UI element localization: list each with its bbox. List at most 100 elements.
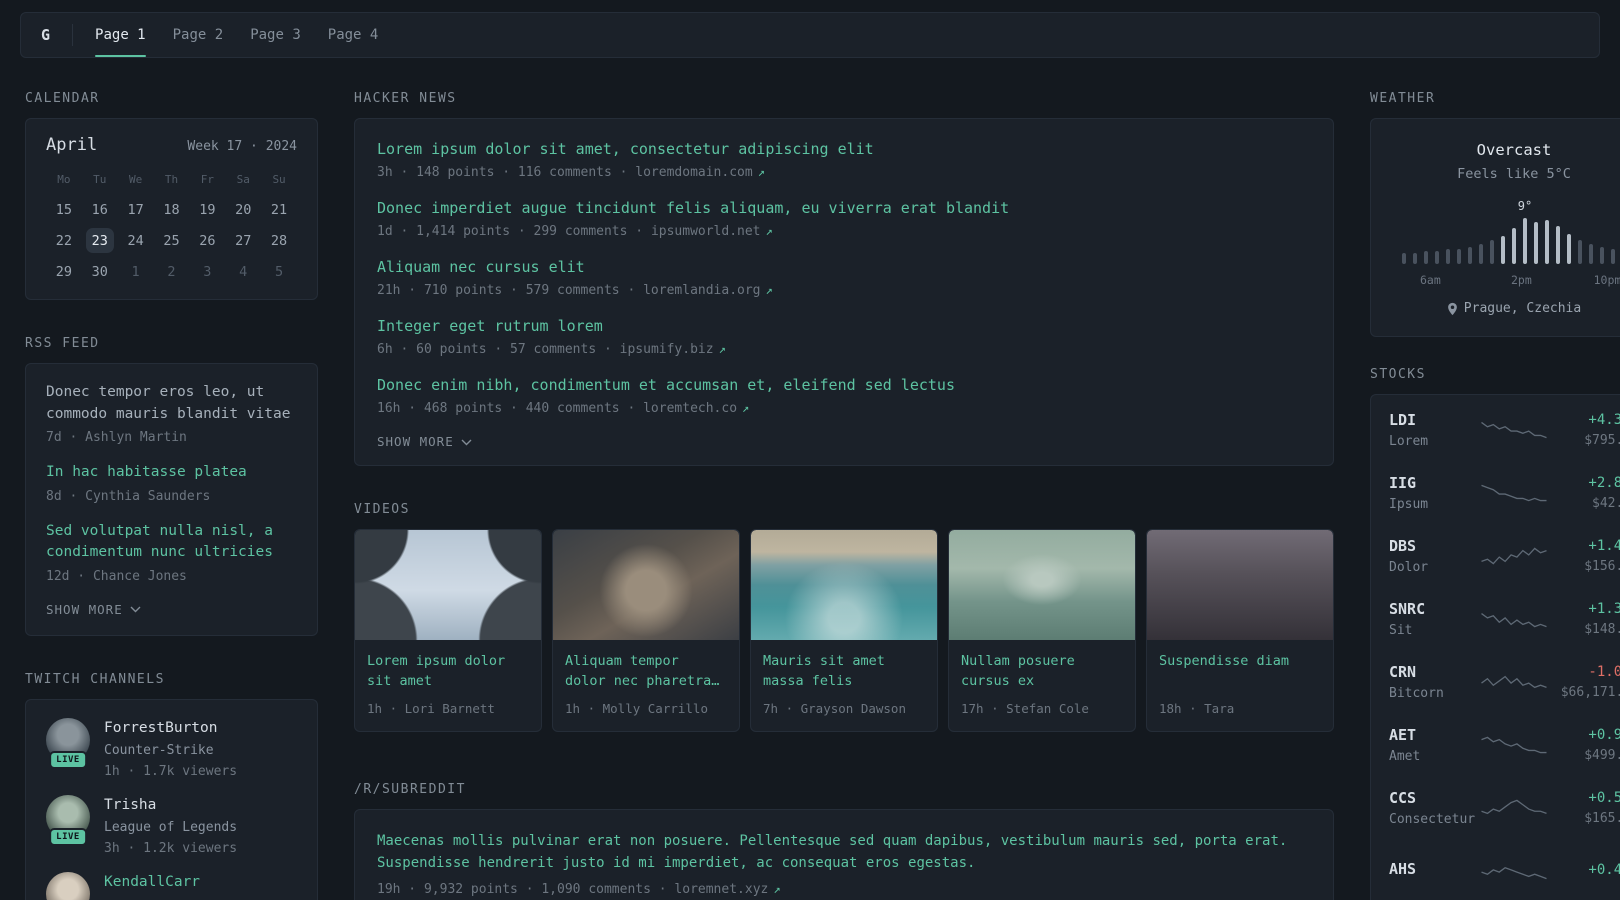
stock-row[interactable]: DBS Dolor +1.42% $156.28 bbox=[1389, 525, 1620, 588]
twitch-channel-row[interactable]: LIVE ForrestBurton Counter-Strike 1h · 1… bbox=[46, 717, 297, 781]
calendar-day-number: 24 bbox=[127, 232, 144, 249]
rss-item-title-link[interactable]: Sed volutpat nulla nisl, a condimentum n… bbox=[46, 521, 297, 564]
stock-row[interactable]: IIG Ipsum +2.84% $42.04 bbox=[1389, 462, 1620, 525]
channel-avatar bbox=[46, 871, 90, 900]
weather-bar bbox=[1578, 240, 1582, 264]
external-link-icon: ↗ bbox=[765, 224, 773, 238]
hn-title-link[interactable]: Aliquam nec cursus elit bbox=[377, 257, 585, 278]
stock-row[interactable]: CRN Bitcorn -1.00% $66,171.48 bbox=[1389, 651, 1620, 714]
calendar-day-cell: 17 bbox=[118, 194, 154, 225]
calendar-day-number: 25 bbox=[163, 232, 180, 249]
video-title-link[interactable]: Suspendisse diam bbox=[1159, 651, 1321, 691]
stock-symbol: CRN bbox=[1389, 662, 1417, 681]
video-card[interactable]: Nullam posuere cursus ex 17h · Stefan Co… bbox=[948, 529, 1136, 732]
calendar-widget: CALENDAR April Week 17 · 2024 Mo Tu We Th Fr… bbox=[25, 91, 318, 300]
calendar-day-number: 15 bbox=[55, 201, 73, 218]
video-thumbnail[interactable] bbox=[1147, 530, 1333, 640]
rss-list: Donec tempor eros leo, ut commodo mauris… bbox=[46, 382, 297, 586]
stock-row[interactable]: AET Amet +0.92% $499.72 bbox=[1389, 714, 1620, 777]
hn-domain-link[interactable]: ipsumify.biz ↗ bbox=[620, 342, 726, 357]
weather-location-text: Prague, Czechia bbox=[1463, 301, 1582, 316]
stock-row[interactable]: AHS +0.46% bbox=[1389, 840, 1620, 900]
page-tab[interactable]: Page 4 bbox=[328, 13, 379, 57]
twitch-channel-row[interactable]: LIVE Trisha League of Legends 3h · 1.2k … bbox=[46, 794, 297, 858]
hn-meta-text: 21h · 710 points · 579 comments · bbox=[377, 283, 644, 298]
stock-right: -1.00% $66,171.48 bbox=[1547, 663, 1620, 701]
stock-row[interactable]: SNRC Sit +1.36% $148.64 bbox=[1389, 588, 1620, 651]
post-domain-link[interactable]: loremnet.xyz ↗ bbox=[674, 882, 780, 897]
stock-change: -1.00% bbox=[1588, 664, 1620, 680]
video-body: Aliquam tempor dolor nec pharetra… 1h · … bbox=[553, 640, 739, 731]
video-title-link[interactable]: Aliquam tempor dolor nec pharetra… bbox=[565, 651, 727, 691]
video-card[interactable]: Lorem ipsum dolor sit amet consectetu… 1… bbox=[354, 529, 542, 732]
videos-section-title: VIDEOS bbox=[354, 502, 410, 517]
app-logo: G bbox=[41, 26, 51, 44]
rss-item: Sed volutpat nulla nisl, a condimentum n… bbox=[46, 521, 297, 586]
video-body: Nullam posuere cursus ex 17h · Stefan Co… bbox=[949, 640, 1135, 731]
stock-sparkline bbox=[1481, 858, 1547, 884]
weather-bar bbox=[1556, 226, 1560, 264]
show-more-button[interactable]: SHOW MORE bbox=[377, 434, 472, 449]
stock-sparkline bbox=[1481, 795, 1547, 821]
video-title-link[interactable]: Nullam posuere cursus ex bbox=[961, 651, 1123, 691]
show-more-label: SHOW MORE bbox=[46, 601, 123, 617]
hn-domain-link[interactable]: loremdomain.com ↗ bbox=[635, 165, 765, 180]
channel-name-link[interactable]: Trisha bbox=[104, 795, 237, 815]
stock-row[interactable]: LDI Lorem +4.35% $795.18 bbox=[1389, 399, 1620, 462]
video-card[interactable]: Mauris sit amet massa felis 7h · Grayson… bbox=[750, 529, 938, 732]
video-card[interactable]: Suspendisse diam 18h · Tara bbox=[1146, 529, 1334, 732]
calendar-day-cell: 21 bbox=[261, 194, 297, 225]
page-tab[interactable]: Page 2 bbox=[173, 13, 224, 57]
video-card[interactable]: Aliquam tempor dolor nec pharetra… 1h · … bbox=[552, 529, 740, 732]
weather-hour-label: 10pm bbox=[1593, 273, 1620, 287]
weather-bar bbox=[1468, 247, 1472, 264]
video-thumbnail[interactable] bbox=[553, 530, 739, 640]
stock-right: +0.46% bbox=[1547, 861, 1620, 882]
channel-game[interactable]: Counter-Strike bbox=[104, 741, 237, 760]
video-thumbnail[interactable] bbox=[949, 530, 1135, 640]
hn-domain-link[interactable]: loremtech.co ↗ bbox=[643, 401, 749, 416]
twitch-channel-row[interactable]: LIVE KendallCarr bbox=[46, 871, 297, 900]
channel-game[interactable]: League of Legends bbox=[104, 818, 237, 837]
hn-domain-link[interactable]: loremlandia.org ↗ bbox=[643, 283, 773, 298]
hackernews-list: Lorem ipsum dolor sit amet, consectetur … bbox=[377, 139, 1311, 418]
stock-symbol: CCS bbox=[1389, 788, 1417, 807]
weather-bar bbox=[1545, 220, 1549, 264]
video-title-link[interactable]: Lorem ipsum dolor sit amet consectetu… bbox=[367, 651, 529, 691]
channel-name-link[interactable]: ForrestBurton bbox=[104, 718, 237, 738]
hn-title-link[interactable]: Integer eget rutrum lorem bbox=[377, 316, 603, 337]
show-more-button[interactable]: SHOW MORE bbox=[46, 602, 141, 617]
video-thumbnail[interactable] bbox=[751, 530, 937, 640]
stock-change: +2.84% bbox=[1588, 475, 1620, 491]
hn-title-link[interactable]: Donec imperdiet augue tincidunt felis al… bbox=[377, 198, 1009, 219]
external-link-icon: ↗ bbox=[765, 283, 773, 297]
weather-bar bbox=[1589, 244, 1593, 264]
page-tab[interactable]: Page 3 bbox=[250, 13, 301, 57]
sparkline-svg bbox=[1481, 736, 1547, 754]
calendar-day-cell: 16 bbox=[82, 194, 118, 225]
page-tab[interactable]: Page 1 bbox=[95, 13, 146, 57]
rss-item-title-link[interactable]: In hac habitasse platea bbox=[46, 462, 297, 484]
rss-item-meta: 8d · Cynthia Saunders bbox=[46, 488, 211, 504]
stock-symbol: AHS bbox=[1389, 860, 1417, 878]
topbar: G Page 1 Page 2 Page 3 Page 4 bbox=[20, 12, 1600, 58]
calendar-day-number: 18 bbox=[163, 201, 180, 218]
hn-title-link[interactable]: Lorem ipsum dolor sit amet, consectetur … bbox=[377, 139, 874, 160]
calendar-day-number: 26 bbox=[199, 232, 216, 249]
video-title-link[interactable]: Mauris sit amet massa felis bbox=[763, 651, 925, 691]
stock-sparkline bbox=[1481, 732, 1547, 758]
channel-name-link[interactable]: KendallCarr bbox=[104, 872, 200, 892]
hn-domain-link[interactable]: ipsumworld.net ↗ bbox=[651, 224, 773, 239]
sparkline-svg bbox=[1481, 675, 1547, 689]
post-title-link[interactable]: Maecenas mollis pulvinar erat non posuer… bbox=[377, 830, 1311, 874]
weather-card: Overcast Feels like 5°C 9° 6am 2pm 10pm … bbox=[1370, 118, 1620, 337]
page-tabs: Page 1 Page 2 Page 3 Page 4 bbox=[95, 13, 405, 57]
hn-title-link[interactable]: Donec enim nibh, condimentum et accumsan… bbox=[377, 375, 955, 396]
video-thumbnail[interactable] bbox=[355, 530, 541, 640]
stock-row[interactable]: CCS Consectetur +0.51% $165.84 bbox=[1389, 777, 1620, 840]
weather-bar bbox=[1479, 244, 1483, 264]
channel-meta: 3h · 1.2k viewers bbox=[104, 840, 238, 856]
calendar-day-cell: 29 bbox=[46, 256, 82, 287]
video-meta: 17h · Stefan Cole bbox=[961, 701, 1089, 716]
rss-item-title-link[interactable]: Donec tempor eros leo, ut commodo mauris… bbox=[46, 382, 297, 425]
